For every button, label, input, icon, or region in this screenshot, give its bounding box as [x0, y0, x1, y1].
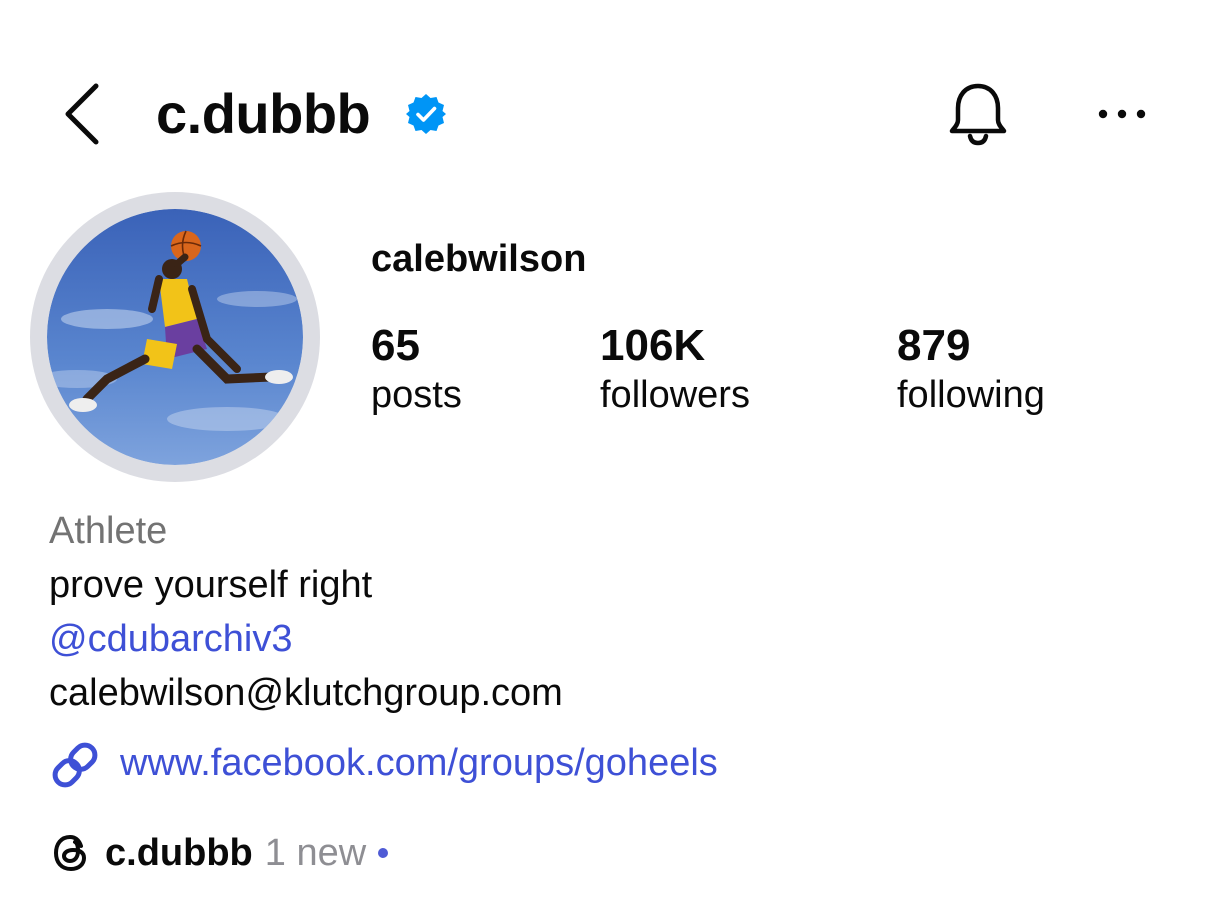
threads-new-count: 1 new: [264, 832, 367, 874]
full-name: calebwilson: [371, 238, 587, 280]
stat-following-label: following: [897, 374, 1045, 416]
more-icon[interactable]: [1094, 96, 1150, 132]
threads-handle: c.dubbb: [105, 832, 253, 874]
stat-following[interactable]: 879 following: [897, 320, 1045, 418]
avatar[interactable]: [47, 209, 303, 465]
stat-followers-label: followers: [600, 374, 750, 416]
bio-text: prove yourself right: [49, 564, 373, 606]
website-link[interactable]: www.facebook.com/groups/goheels: [120, 740, 718, 786]
verified-icon: [406, 94, 446, 134]
stat-followers[interactable]: 106K followers: [600, 320, 750, 418]
back-icon[interactable]: [58, 80, 108, 148]
threads-badge[interactable]: c.dubbb 1 new: [49, 830, 389, 876]
mention-link[interactable]: @cdubarchiv3: [49, 616, 292, 662]
stat-posts-value: 65: [371, 321, 420, 370]
bell-icon[interactable]: [944, 80, 1012, 148]
profile-handle: c.dubbb: [156, 82, 371, 145]
email-text: calebwilson@klutchgroup.com: [49, 672, 563, 714]
new-indicator-dot: [378, 848, 389, 858]
stat-posts-label: posts: [371, 374, 462, 416]
category-label: Athlete: [49, 510, 168, 552]
stat-followers-value: 106K: [600, 321, 706, 370]
link-icon: [52, 742, 98, 788]
stat-posts[interactable]: 65 posts: [371, 320, 462, 418]
threads-icon: [54, 835, 86, 871]
stat-following-value: 879: [897, 321, 971, 370]
